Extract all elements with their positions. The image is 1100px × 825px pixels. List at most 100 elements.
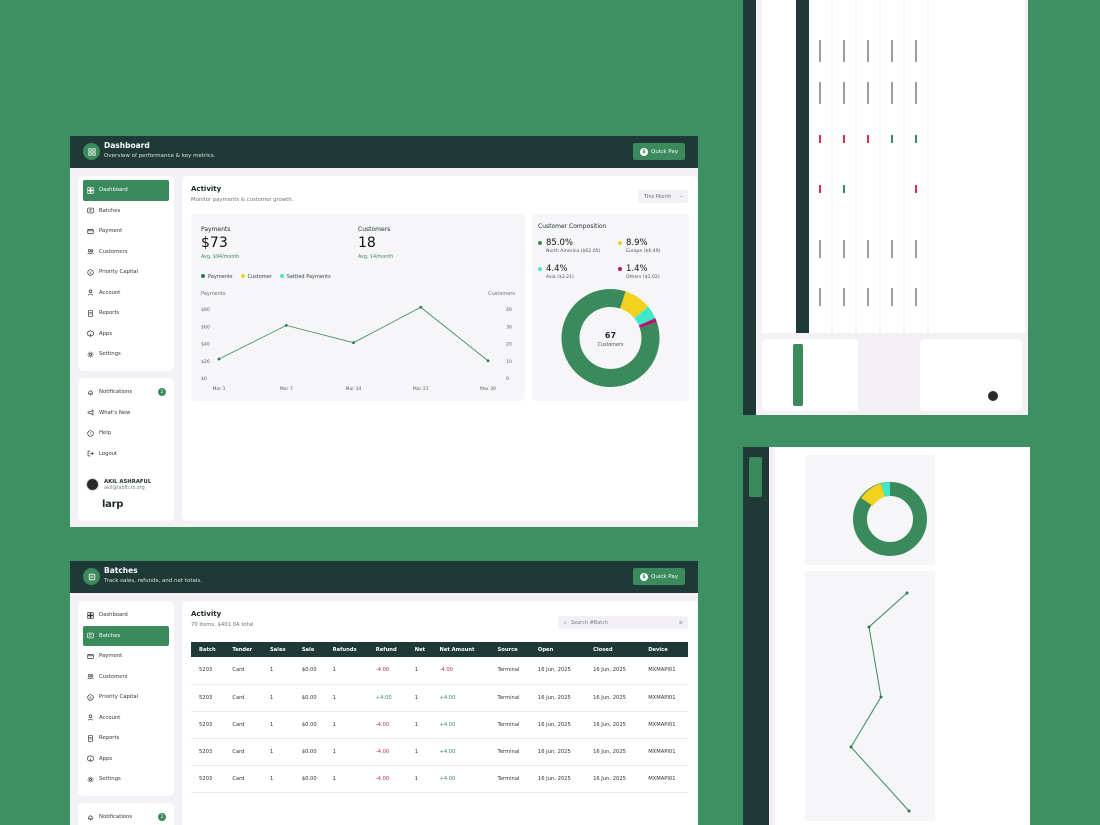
sidebar-item-payment[interactable]: Payment <box>83 221 169 242</box>
sidebar-item-batches[interactable]: Batches <box>83 625 169 646</box>
month-select[interactable]: This Month ⌄ <box>638 190 688 203</box>
sidebar-item-apps[interactable]: Apps <box>83 324 169 345</box>
notification-count-badge: 2 <box>158 388 166 397</box>
table-row[interactable]: 5203 Card 1 $0.00 1 -4.00 1 +4.00 Terminal 16 Jun… <box>191 765 688 793</box>
column-header[interactable]: Tender <box>224 642 262 657</box>
donut-slice <box>638 318 657 329</box>
sidebar-nav: Dashboard Batches Payment Customers $ Priorit… <box>78 601 174 796</box>
sidebar-item-apps[interactable]: Apps <box>83 749 169 770</box>
rotated-composition-panel <box>805 455 935 565</box>
sidebar-item-account[interactable]: Account <box>83 708 169 729</box>
bell-icon <box>87 814 94 821</box>
rotated-topbar <box>743 0 756 415</box>
sidebar-item-label: Batches <box>99 207 121 214</box>
table-cell: MXMAPI01 <box>640 684 688 712</box>
data-point <box>419 305 423 309</box>
column-header[interactable]: Refund <box>367 642 407 657</box>
sidebar-item-customers[interactable]: Customers <box>83 667 169 688</box>
activity-title: Activity <box>191 610 222 618</box>
search-input[interactable]: ⌕ Search #Batch ≡ <box>558 616 688 629</box>
sidebar-item-label: Priority Capital <box>99 269 139 276</box>
table-cell: 1 <box>324 684 368 712</box>
sidebar-item-label: Reports <box>99 310 120 317</box>
y-left-tick: $0 <box>201 376 207 382</box>
table-cell: 16 Jun, 2025 <box>529 657 586 685</box>
avatar <box>86 478 99 491</box>
table-cell: -4.00 <box>367 765 407 793</box>
logout-icon <box>87 450 94 457</box>
sidebar-item-what-s-new[interactable]: What's New <box>83 403 169 424</box>
quick-pay-button[interactable]: $ Quick Pay <box>633 143 685 160</box>
table-cell: 1 <box>261 738 294 766</box>
svg-text:$: $ <box>89 270 92 275</box>
sidebar-item-dashboard[interactable]: Dashboard <box>83 180 169 201</box>
column-header[interactable]: Open <box>529 642 586 657</box>
table-cell: 5203 <box>191 657 225 685</box>
batches-panel: Activity 70 items, $401.0A total ⌕ Searc… <box>182 601 698 825</box>
table-row[interactable]: 5203 Card 1 $0.00 1 +4.00 1 +4.00 Terminal 16 Jun… <box>191 684 688 712</box>
activity-panel: Activity Monitor payments & customer gro… <box>182 176 698 521</box>
sidebar-item-account[interactable]: Account <box>83 283 169 304</box>
chevron-down-icon: ⌄ <box>679 194 683 199</box>
filter-icon[interactable]: ≡ <box>679 620 683 626</box>
table-cell: $0.00 <box>293 657 325 685</box>
dollar-icon: $ <box>640 572 648 581</box>
table-cell: Terminal <box>489 657 530 685</box>
sidebar-item-logout[interactable]: Logout <box>83 444 169 465</box>
search-placeholder: Search #Batch <box>570 619 609 626</box>
quick-pay-button[interactable]: $ Quick Pay <box>633 568 685 585</box>
table-cell: -4.00 <box>367 711 407 739</box>
column-header[interactable]: Net <box>406 642 432 657</box>
column-header[interactable]: Batch <box>191 642 225 657</box>
sidebar-item-batches[interactable]: Batches <box>83 201 169 222</box>
y-right-tick: 30 <box>506 324 512 330</box>
donut-slice <box>619 291 649 319</box>
report-icon <box>87 310 94 317</box>
sidebar-item-reports[interactable]: Reports <box>83 728 169 749</box>
page-title: Dashboard <box>104 141 150 150</box>
activity-subtitle: Monitor payments & customer growth. <box>191 197 294 203</box>
sidebar-item-settings[interactable]: Settings <box>83 344 169 365</box>
y-right-tick: 10 <box>506 359 512 365</box>
table-cell: $0.00 <box>293 765 325 793</box>
table-cell: 5203 <box>191 765 225 793</box>
user-profile[interactable]: AKIL ASHRAFUL akil@labftcro.org <box>86 478 151 491</box>
sidebar-item-help[interactable]: ? Help <box>83 423 169 444</box>
page-subtitle: Track sales, refunds, and net totals. <box>104 578 202 584</box>
column-header[interactable]: Closed <box>585 642 641 657</box>
sidebar-item-settings[interactable]: Settings <box>83 769 169 790</box>
batches-logo-icon <box>83 568 100 585</box>
column-header[interactable]: Device <box>640 642 688 657</box>
sidebar-item-dashboard[interactable]: Dashboard <box>83 605 169 626</box>
column-header[interactable]: Net Amount <box>431 642 490 657</box>
sidebar-item-label: Logout <box>99 450 118 457</box>
rotated-chart-panel <box>805 571 935 821</box>
sidebar-item-customers[interactable]: Customers <box>83 242 169 263</box>
sidebar-item-payment[interactable]: Payment <box>83 646 169 667</box>
dashboard-logo-icon <box>83 143 100 160</box>
column-header[interactable]: Source <box>489 642 530 657</box>
sidebar-item-priority-capital[interactable]: $ Priority Capital <box>83 262 169 283</box>
quick-pay-label: Quick Pay <box>651 573 678 580</box>
column-header[interactable]: Refunds <box>324 642 368 657</box>
table-cell: 1 <box>261 684 294 712</box>
sidebar-item-priority-capital[interactable]: $ Priority Capital <box>83 687 169 708</box>
sidebar-item-label: Customers <box>99 248 128 255</box>
table-row[interactable]: 5203 Card 1 $0.00 1 -4.00 1 +4.00 Terminal 16 Jun… <box>191 711 688 739</box>
table-cell: 5203 <box>191 738 225 766</box>
brand-logo: larp <box>102 499 123 510</box>
activity-subtitle: 70 items, $401.0A total <box>191 622 254 628</box>
sidebar-item-notifications[interactable]: Notifications 2 <box>83 382 169 403</box>
table-cell: 16 Jun, 2025 <box>529 738 586 766</box>
donut-slice <box>634 306 656 326</box>
column-header[interactable]: Sale <box>293 642 325 657</box>
table-cell: 1 <box>324 738 368 766</box>
column-header[interactable]: Sales <box>261 642 294 657</box>
rotated-active-item <box>793 344 803 406</box>
sidebar-item-reports[interactable]: Reports <box>83 303 169 324</box>
table-cell: 1 <box>261 657 294 685</box>
sidebar-item-label: Apps <box>99 755 113 762</box>
table-row[interactable]: 5203 Card 1 $0.00 1 -4.00 1 -4.00 Terminal 16 Jun… <box>191 657 688 685</box>
sidebar-item-notifications[interactable]: Notifications 2 <box>83 807 169 825</box>
table-row[interactable]: 5203 Card 1 $0.00 1 -4.00 1 +4.00 Terminal 16 Jun… <box>191 738 688 766</box>
